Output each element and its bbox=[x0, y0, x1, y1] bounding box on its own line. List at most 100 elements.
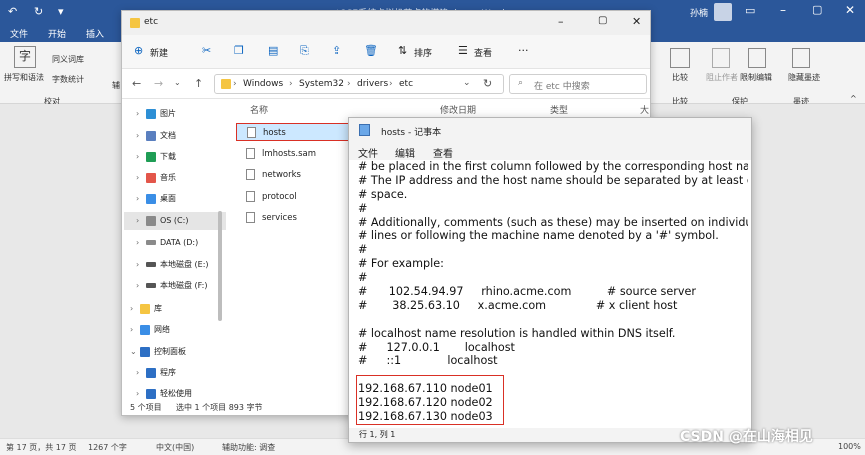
cut-icon[interactable]: ✂ bbox=[202, 44, 211, 57]
avatar[interactable] bbox=[714, 3, 732, 21]
notepad-icon bbox=[359, 124, 370, 136]
view-button[interactable]: 查看 bbox=[474, 46, 492, 59]
nav-item-control-panel[interactable]: ⌄ 控制面板 bbox=[130, 343, 220, 361]
breadcrumb-drivers[interactable]: drivers bbox=[357, 79, 388, 89]
address-input[interactable]: › Windows › System32 › drivers › etc ⌄ ↻ bbox=[214, 74, 504, 94]
block-authors-button[interactable]: 阻止作者 bbox=[706, 72, 738, 83]
nav-item-drive-d[interactable]: › DATA (D:) bbox=[136, 234, 226, 252]
file-icon bbox=[246, 191, 255, 202]
file-item-protocol[interactable]: protocol bbox=[236, 188, 354, 206]
forward-icon[interactable]: → bbox=[154, 77, 163, 90]
nav-label: 本地磁盘 (F:) bbox=[160, 281, 208, 290]
column-modified[interactable]: 修改日期 bbox=[440, 103, 476, 116]
spell-check-icon[interactable]: 字 bbox=[14, 46, 36, 68]
delete-icon[interactable]: 🗑 bbox=[364, 44, 378, 57]
paste-icon[interactable]: ▤ bbox=[268, 44, 278, 57]
undo-icon[interactable]: ↶ bbox=[8, 5, 17, 18]
nav-item-library[interactable]: › 库 bbox=[130, 300, 220, 318]
text-line: # bbox=[358, 201, 368, 215]
cursor-position: 行 1, 列 1 bbox=[359, 430, 396, 439]
nav-label: 程序 bbox=[160, 368, 176, 377]
nav-scrollbar[interactable] bbox=[218, 211, 222, 321]
rename-icon[interactable]: ⎘ bbox=[300, 44, 309, 58]
close-icon[interactable]: ✕ bbox=[632, 15, 641, 28]
file-item-services[interactable]: services bbox=[236, 209, 354, 227]
tab-home[interactable]: 开始 bbox=[48, 27, 66, 40]
ribbon-display-icon[interactable]: ▭ bbox=[745, 4, 755, 17]
restrict-editing-button[interactable]: 限制编辑 bbox=[740, 72, 772, 83]
nav-label: 轻松使用 bbox=[160, 389, 192, 398]
nav-item-programs[interactable]: › 程序 bbox=[136, 364, 226, 382]
file-icon bbox=[246, 148, 255, 159]
text-line: # The IP address and the host name shoul… bbox=[358, 173, 748, 187]
thesaurus-button[interactable]: 同义词库 bbox=[52, 54, 84, 65]
restrict-editing-icon[interactable] bbox=[748, 48, 766, 68]
file-item-lmhosts[interactable]: lmhosts.sam bbox=[236, 145, 354, 163]
accessibility-status[interactable]: 辅助功能: 调查 bbox=[222, 442, 275, 453]
search-input[interactable]: ⌕ 在 etc 中搜索 bbox=[509, 74, 647, 94]
hide-ink-button[interactable]: 隐藏墨迹 bbox=[788, 72, 820, 83]
minimize-icon[interactable]: – bbox=[558, 15, 564, 28]
view-icon[interactable]: ☰ bbox=[458, 44, 468, 57]
share-icon[interactable]: ⇪ bbox=[332, 44, 341, 57]
up-icon[interactable]: ↑ bbox=[194, 77, 203, 90]
nav-item-desktop[interactable]: › 桌面 bbox=[136, 190, 226, 208]
zoom-level[interactable]: 100% bbox=[838, 442, 861, 451]
spell-check-button[interactable]: 拼写和语法 bbox=[4, 72, 44, 83]
redo-icon[interactable]: ↻ bbox=[34, 5, 43, 18]
hide-ink-icon[interactable] bbox=[792, 48, 810, 68]
breadcrumb-etc[interactable]: etc bbox=[399, 79, 413, 89]
compare-icon[interactable] bbox=[670, 48, 690, 68]
word-count-button[interactable]: 字数统计 bbox=[52, 74, 84, 85]
breadcrumb-windows[interactable]: Windows bbox=[243, 79, 283, 89]
text-line: # 127.0.0.1 localhost bbox=[358, 340, 515, 354]
new-button[interactable]: 新建 bbox=[150, 46, 168, 59]
back-icon[interactable]: ← bbox=[132, 77, 141, 90]
text-line: # be placed in the first column followed… bbox=[358, 160, 748, 173]
breadcrumb-system32[interactable]: System32 bbox=[299, 79, 344, 89]
refresh-icon[interactable]: ↻ bbox=[483, 77, 492, 90]
library-icon bbox=[140, 303, 150, 314]
compare-button[interactable]: 比较 bbox=[672, 72, 688, 83]
sort-icon[interactable]: ⇅ bbox=[398, 44, 407, 57]
tab-insert[interactable]: 插入 bbox=[86, 27, 104, 40]
nav-item-drive-f[interactable]: › 本地磁盘 (F:) bbox=[136, 277, 226, 295]
collapse-ribbon-icon[interactable]: ^ bbox=[850, 94, 857, 103]
close-icon[interactable]: ✕ bbox=[845, 3, 855, 17]
quick-access-icon[interactable]: ▾ bbox=[58, 5, 64, 18]
file-name: services bbox=[262, 213, 297, 223]
maximize-icon[interactable]: ▢ bbox=[812, 3, 822, 16]
file-icon bbox=[247, 127, 256, 138]
copy-icon[interactable]: ❐ bbox=[234, 44, 244, 57]
nav-item-pictures[interactable]: › 图片 bbox=[136, 105, 226, 123]
documents-icon bbox=[146, 130, 156, 141]
column-type[interactable]: 类型 bbox=[550, 103, 568, 116]
new-icon[interactable]: ⊕ bbox=[134, 44, 143, 57]
nav-item-music[interactable]: › 音乐 bbox=[136, 169, 226, 187]
more-icon[interactable]: ··· bbox=[518, 44, 529, 57]
text-line: # bbox=[358, 271, 368, 285]
menu-view[interactable]: 查看 bbox=[433, 145, 453, 160]
nav-item-downloads[interactable]: › 下载 bbox=[136, 148, 226, 166]
maximize-icon[interactable]: ▢ bbox=[598, 15, 607, 26]
user-name: 孙楠 bbox=[690, 9, 709, 19]
block-authors-icon[interactable] bbox=[712, 48, 730, 68]
nav-item-documents[interactable]: › 文档 bbox=[136, 127, 226, 145]
menu-file[interactable]: 文件 bbox=[358, 145, 378, 160]
explorer-title: etc bbox=[144, 17, 159, 27]
chevron-down-icon[interactable]: ⌄ bbox=[463, 78, 471, 88]
nav-item-network[interactable]: › 网络 bbox=[130, 321, 220, 339]
column-name[interactable]: 名称 bbox=[250, 103, 268, 116]
nav-item-drive-e[interactable]: › 本地磁盘 (E:) bbox=[136, 256, 226, 274]
file-item-hosts[interactable]: hosts bbox=[236, 123, 354, 141]
minimize-icon[interactable]: – bbox=[780, 3, 786, 17]
nav-label: 文档 bbox=[160, 131, 176, 140]
sort-button[interactable]: 排序 bbox=[414, 46, 432, 59]
recent-icon[interactable]: ⌄ bbox=[174, 78, 181, 87]
menu-edit[interactable]: 编辑 bbox=[395, 145, 415, 160]
file-name: hosts bbox=[263, 128, 286, 138]
download-icon bbox=[146, 151, 156, 162]
tab-file[interactable]: 文件 bbox=[10, 27, 28, 40]
file-item-networks[interactable]: networks bbox=[236, 166, 354, 184]
nav-item-drive-c[interactable]: › OS (C:) bbox=[124, 212, 226, 230]
